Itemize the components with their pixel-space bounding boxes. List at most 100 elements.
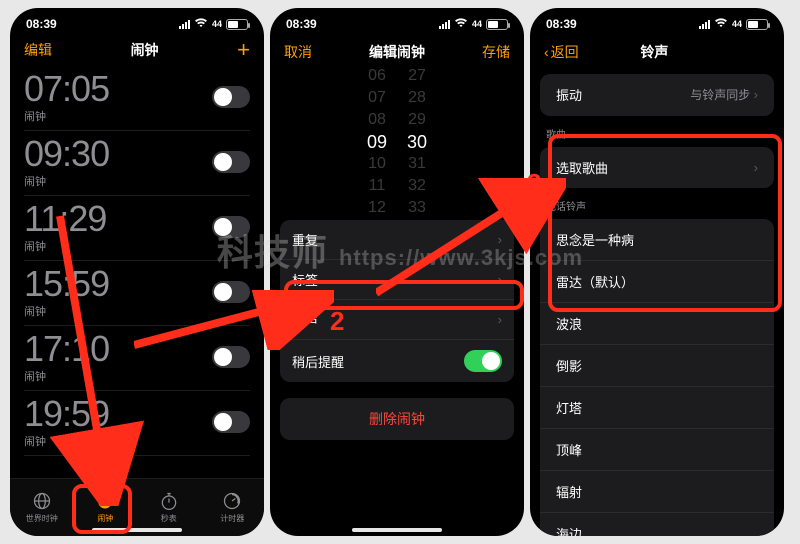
- row-label: 辐射: [556, 482, 582, 501]
- page-title: 闹钟: [131, 40, 159, 60]
- alarm-row[interactable]: 09:30 闹钟: [24, 131, 250, 196]
- alarm-row[interactable]: 19:59 闹钟: [24, 391, 250, 456]
- save-button[interactable]: 存储: [482, 42, 510, 62]
- chevron-right-icon: ›: [754, 160, 758, 175]
- alarm-sublabel: 闹钟: [24, 368, 109, 384]
- sound-list: 振动 与铃声同步 › 歌曲 选取歌曲 › 电话铃声 思念是一种病 雷达（默认） …: [530, 74, 784, 536]
- status-time: 08:39: [26, 17, 57, 31]
- ringtone-row[interactable]: 雷达（默认）: [540, 261, 774, 303]
- tab-label: 秒表: [161, 513, 177, 524]
- alarm-sublabel: 闹钟: [24, 238, 106, 254]
- status-right: 44: [699, 18, 768, 31]
- alarm-time: 11:29: [24, 200, 106, 238]
- status-time: 08:39: [546, 17, 577, 31]
- setting-label: 标签: [292, 270, 318, 289]
- tab-worldclock[interactable]: 世界时钟: [10, 479, 74, 536]
- picker-hours[interactable]: 06 07 08 09 10 11 12: [367, 65, 387, 219]
- alarm-row[interactable]: 07:05 闹钟: [24, 66, 250, 131]
- battery-icon: [746, 19, 768, 30]
- alarm-toggle[interactable]: [212, 216, 250, 238]
- ringtone-row[interactable]: 思念是一种病: [540, 219, 774, 261]
- alarm-time: 19:59: [24, 395, 109, 433]
- timer-icon: [222, 491, 242, 511]
- battery-icon: [226, 19, 248, 30]
- tab-label: 闹钟: [97, 513, 113, 524]
- chevron-right-icon: ›: [498, 312, 502, 327]
- screen-edit-alarm: 08:39 44 取消 编辑闹钟 存储 06 07 08 09 10 11: [270, 8, 524, 536]
- back-button[interactable]: ‹返回: [544, 42, 579, 62]
- ringtone-row[interactable]: 海边: [540, 513, 774, 536]
- setting-label-row[interactable]: 标签 ›: [280, 260, 514, 300]
- page-title: 编辑闹钟: [369, 42, 425, 62]
- nav-bar: ‹返回 铃声: [530, 36, 784, 68]
- row-label: 选取歌曲: [556, 158, 608, 177]
- snooze-toggle[interactable]: [464, 350, 502, 372]
- status-right: 44: [179, 18, 248, 31]
- nav-bar: 编辑 闹钟 +: [10, 36, 264, 66]
- tab-label: 世界时钟: [26, 513, 58, 524]
- alarm-row[interactable]: 15:59 闹钟: [24, 261, 250, 326]
- wifi-icon: [714, 18, 728, 31]
- status-bar: 08:39 44: [10, 8, 264, 36]
- song-card: 选取歌曲 ›: [540, 147, 774, 188]
- ringtone-row[interactable]: 波浪: [540, 303, 774, 345]
- row-label: 灯塔: [556, 398, 582, 417]
- alarm-time: 15:59: [24, 265, 109, 303]
- alarm-list: 07:05 闹钟 09:30 闹钟 11:29 闹钟: [10, 66, 264, 456]
- globe-icon: [32, 491, 52, 511]
- alarm-toggle[interactable]: [212, 346, 250, 368]
- ringtone-row[interactable]: 顶峰: [540, 429, 774, 471]
- signal-icon: [179, 20, 190, 29]
- setting-repeat[interactable]: 重复 ›: [280, 220, 514, 260]
- battery-label: 44: [732, 19, 742, 29]
- setting-label: 铃声: [292, 310, 318, 329]
- time-picker[interactable]: 06 07 08 09 10 11 12 27 28 29 30 31 32 3…: [270, 72, 524, 212]
- group-header-ringtones: 电话铃声: [530, 188, 784, 219]
- screen-sound: 08:39 44 ‹返回 铃声 振动 与铃声同步 › 歌曲: [530, 8, 784, 536]
- edit-button[interactable]: 编辑: [24, 40, 52, 60]
- pick-song-row[interactable]: 选取歌曲 ›: [540, 147, 774, 188]
- setting-snooze: 稍后提醒: [280, 340, 514, 382]
- cancel-button[interactable]: 取消: [284, 42, 312, 62]
- nav-bar: 取消 编辑闹钟 存储: [270, 36, 524, 68]
- battery-label: 44: [212, 19, 222, 29]
- home-indicator[interactable]: [352, 528, 442, 532]
- alarm-icon: [95, 491, 115, 511]
- setting-label: 稍后提醒: [292, 352, 344, 371]
- signal-icon: [439, 20, 450, 29]
- row-label: 倒影: [556, 356, 582, 375]
- add-alarm-button[interactable]: +: [237, 43, 250, 57]
- row-label: 雷达（默认）: [556, 272, 634, 291]
- ringtone-row[interactable]: 灯塔: [540, 387, 774, 429]
- ringtone-row[interactable]: 辐射: [540, 471, 774, 513]
- alarm-toggle[interactable]: [212, 151, 250, 173]
- chevron-right-icon: ›: [498, 272, 502, 287]
- alarm-time: 17:10: [24, 330, 109, 368]
- delete-alarm-button[interactable]: 删除闹钟: [280, 398, 514, 440]
- alarm-time: 09:30: [24, 135, 109, 173]
- vibrate-row[interactable]: 振动 与铃声同步 ›: [540, 74, 774, 116]
- picker-minutes[interactable]: 27 28 29 30 31 32 33: [407, 65, 427, 219]
- battery-label: 44: [472, 19, 482, 29]
- alarm-sublabel: 闹钟: [24, 173, 109, 189]
- alarm-toggle[interactable]: [212, 411, 250, 433]
- setting-label: 重复: [292, 230, 318, 249]
- chevron-left-icon: ‹: [544, 44, 549, 60]
- wifi-icon: [194, 18, 208, 31]
- alarm-time: 07:05: [24, 70, 109, 108]
- setting-sound[interactable]: 铃声 ›: [280, 300, 514, 340]
- alarm-row[interactable]: 11:29 闹钟: [24, 196, 250, 261]
- home-indicator[interactable]: [92, 528, 182, 532]
- row-label: 思念是一种病: [556, 230, 634, 249]
- row-label: 振动: [556, 85, 582, 104]
- chevron-right-icon: ›: [498, 232, 502, 247]
- ringtone-card: 思念是一种病 雷达（默认） 波浪 倒影 灯塔 顶峰 辐射 海边 欢乐时光 缓慢上…: [540, 219, 774, 536]
- alarm-row[interactable]: 17:10 闹钟: [24, 326, 250, 391]
- status-bar: 08:39 44: [270, 8, 524, 36]
- alarm-sublabel: 闹钟: [24, 303, 109, 319]
- alarm-toggle[interactable]: [212, 281, 250, 303]
- ringtone-row[interactable]: 倒影: [540, 345, 774, 387]
- status-bar: 08:39 44: [530, 8, 784, 36]
- alarm-toggle[interactable]: [212, 86, 250, 108]
- tab-timer[interactable]: 计时器: [201, 479, 265, 536]
